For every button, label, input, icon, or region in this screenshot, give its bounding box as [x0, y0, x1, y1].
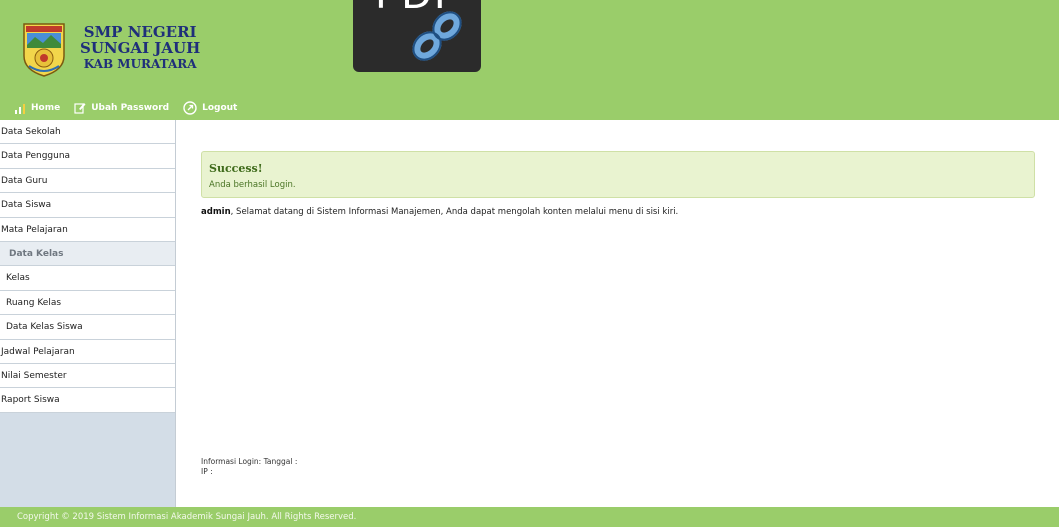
sidebar-subitem-label: Ruang Kelas	[6, 297, 62, 308]
sidebar-item-mata-pelajaran[interactable]: Mata Pelajaran	[0, 217, 175, 242]
success-alert: Success! Anda berhasil Login.	[201, 151, 1035, 198]
nav-home-label: Home	[31, 103, 61, 113]
sidebar-subitem-label: Kelas	[6, 273, 30, 284]
logout-icon	[183, 101, 197, 115]
sidebar-item-label: Nilai Semester	[1, 370, 67, 381]
welcome-username: admin	[201, 207, 231, 217]
footer: Copyright © 2019 Sistem Informasi Akadem…	[0, 507, 1059, 527]
sidebar-item-label: Mata Pelajaran	[1, 224, 68, 235]
sidebar: Data Sekolah Data Pengguna Data Guru Dat…	[0, 120, 176, 507]
school-name-line1: SMP NEGERI	[83, 23, 197, 41]
sidebar-item-data-pengguna[interactable]: Data Pengguna	[0, 144, 175, 169]
login-ip-label: IP :	[201, 467, 213, 476]
sidebar-item-label: Jadwal Pelajaran	[1, 346, 75, 357]
header: SMP NEGERI SUNGAI JAUH KAB MURATARA PDF …	[0, 0, 1059, 120]
sidebar-item-raport-siswa[interactable]: Raport Siswa	[0, 388, 175, 413]
sidebar-subitem-data-kelas-siswa[interactable]: Data Kelas Siswa	[0, 315, 175, 340]
sidebar-group-data-kelas[interactable]: Data Kelas	[0, 241, 175, 267]
sidebar-subitem-kelas[interactable]: Kelas	[0, 266, 175, 291]
nav-logout[interactable]: Logout	[183, 101, 237, 115]
nav-change-password[interactable]: Ubah Password	[74, 102, 169, 114]
sidebar-item-data-sekolah[interactable]: Data Sekolah	[0, 120, 175, 145]
school-logo	[21, 22, 67, 78]
alert-message: Anda berhasil Login.	[209, 180, 296, 190]
top-navigation: Home Ubah Password Logout	[14, 98, 237, 118]
school-name: SMP NEGERI SUNGAI JAUH KAB MURATARA	[80, 24, 200, 72]
sidebar-item-data-siswa[interactable]: Data Siswa	[0, 193, 175, 218]
sidebar-item-label: Data Pengguna	[1, 151, 71, 162]
sidebar-group-label: Data Kelas	[9, 248, 64, 259]
edit-icon	[74, 103, 86, 114]
alert-title: Success!	[209, 162, 263, 175]
nav-home[interactable]: Home	[14, 103, 60, 114]
sidebar-subitem-label: Data Kelas Siswa	[6, 322, 83, 333]
school-name-line2: SUNGAI JAUH	[80, 39, 201, 57]
footer-copyright: Copyright © 2019 Sistem Informasi Akadem…	[17, 512, 357, 522]
chain-link-icon	[412, 11, 462, 61]
main-content: Success! Anda berhasil Login. admin, Sel…	[177, 120, 1059, 507]
sidebar-item-nilai-semester[interactable]: Nilai Semester	[0, 363, 175, 389]
sidebar-item-data-guru[interactable]: Data Guru	[0, 168, 175, 194]
sidebar-item-label: Data Siswa	[1, 200, 52, 211]
nav-logout-label: Logout	[202, 103, 238, 113]
sidebar-item-label: Data Guru	[1, 175, 48, 186]
welcome-message: admin, Selamat datang di Sistem Informas…	[201, 207, 678, 217]
school-name-line3: KAB MURATARA	[83, 57, 197, 71]
nav-change-password-label: Ubah Password	[91, 103, 170, 113]
sidebar-menu: Data Sekolah Data Pengguna Data Guru Dat…	[0, 120, 175, 413]
welcome-text: , Selamat datang di Sistem Informasi Man…	[230, 207, 679, 217]
sidebar-item-label: Data Sekolah	[1, 127, 61, 137]
pdf-link-badge[interactable]: PDF	[353, 0, 481, 72]
sidebar-item-label: Raport Siswa	[1, 395, 60, 406]
bar-chart-icon	[15, 103, 25, 114]
login-date-label: Informasi Login: Tanggal :	[201, 457, 298, 466]
sidebar-item-jadwal-pelajaran[interactable]: Jadwal Pelajaran	[0, 339, 175, 364]
login-info: Informasi Login: Tanggal : IP :	[201, 457, 297, 477]
sidebar-subitem-ruang-kelas[interactable]: Ruang Kelas	[0, 290, 175, 316]
